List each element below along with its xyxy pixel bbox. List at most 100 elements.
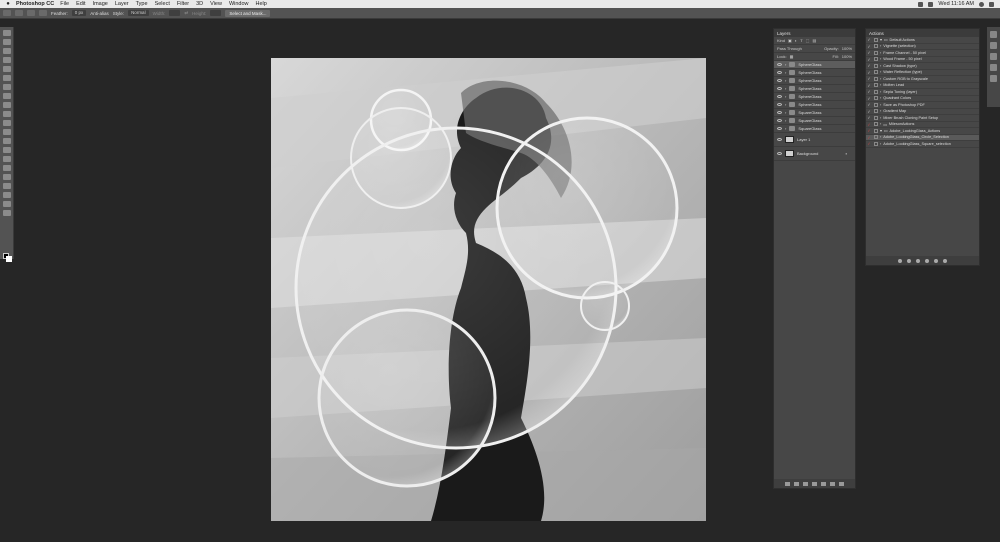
adjustment-layer-icon[interactable] <box>812 481 817 486</box>
visibility-eye-icon[interactable] <box>777 119 782 122</box>
lock-icon[interactable]: ▪ <box>846 151 855 156</box>
checkmark-icon[interactable]: ✓ <box>866 44 872 49</box>
checkmark-icon[interactable]: ✓ <box>866 122 872 127</box>
expand-arrow-icon[interactable]: › <box>785 78 786 83</box>
checkmark-icon[interactable]: ✓ <box>866 128 872 133</box>
expand-arrow-icon[interactable]: › <box>880 70 881 74</box>
link-layers-icon[interactable] <box>785 481 790 486</box>
layer-row[interactable]: › SquareGlass <box>774 109 855 117</box>
gradient-tool-icon[interactable] <box>2 129 11 135</box>
new-layer-icon[interactable] <box>830 481 835 486</box>
filter-pixel-icon[interactable]: ▣ <box>788 38 792 43</box>
dialog-toggle[interactable] <box>874 128 878 133</box>
blend-mode-select[interactable]: Pass Through <box>777 46 802 51</box>
dialog-toggle[interactable] <box>874 89 878 94</box>
visibility-eye-icon[interactable] <box>777 103 782 106</box>
fill-input[interactable]: 100% <box>842 54 855 59</box>
visibility-eye-icon[interactable] <box>777 127 782 130</box>
visibility-eye-icon[interactable] <box>777 79 782 82</box>
checkmark-icon[interactable]: ✓ <box>866 109 872 114</box>
expand-arrow-icon[interactable]: › <box>785 118 786 123</box>
document-canvas[interactable] <box>271 58 706 521</box>
battery-icon[interactable] <box>928 1 934 7</box>
expand-arrow-icon[interactable]: › <box>785 94 786 99</box>
swap-icon[interactable]: ⇄ <box>184 10 188 16</box>
dialog-toggle[interactable] <box>874 76 878 81</box>
new-set-icon[interactable] <box>925 258 929 263</box>
expand-arrow-icon[interactable]: › <box>880 116 881 120</box>
dialog-toggle[interactable] <box>874 135 878 140</box>
expand-arrow-icon[interactable]: ▾ <box>880 37 882 42</box>
visibility-eye-icon[interactable] <box>777 95 782 98</box>
layer-row[interactable]: › SphereGlass <box>774 61 855 69</box>
action-row[interactable]: ✓ › Adobe_LookingGlass_Square_selection <box>866 141 979 148</box>
dialog-toggle[interactable] <box>874 115 878 120</box>
dialog-toggle[interactable] <box>874 141 878 146</box>
expand-arrow-icon[interactable]: › <box>880 77 881 81</box>
dialog-toggle[interactable] <box>874 109 878 114</box>
dialog-toggle[interactable] <box>874 63 878 68</box>
shape-tool-icon[interactable] <box>2 183 11 189</box>
checkmark-icon[interactable]: ✓ <box>866 96 872 101</box>
search-icon[interactable] <box>979 1 984 7</box>
stop-icon[interactable] <box>898 258 902 263</box>
add-mask-icon[interactable] <box>803 481 808 486</box>
layer-row[interactable]: Layer 1 <box>774 133 855 147</box>
path-select-icon[interactable] <box>2 174 11 180</box>
quick-select-tool-icon[interactable] <box>2 57 11 63</box>
play-icon[interactable] <box>916 258 920 263</box>
actions-panel-tab[interactable]: Actions <box>866 29 979 37</box>
expand-arrow-icon[interactable]: › <box>785 62 786 67</box>
properties-icon[interactable] <box>990 64 997 71</box>
learn-icon[interactable] <box>990 31 997 38</box>
dialog-toggle[interactable] <box>874 122 878 127</box>
brush-tool-icon[interactable] <box>2 93 11 99</box>
type-tool-icon[interactable] <box>2 165 11 171</box>
hand-tool-icon[interactable] <box>2 192 11 198</box>
expand-arrow-icon[interactable]: › <box>880 83 881 87</box>
expand-arrow-icon[interactable]: › <box>880 103 881 107</box>
feather-input[interactable]: 0 px <box>71 10 87 16</box>
dialog-toggle[interactable] <box>874 44 878 49</box>
dodge-tool-icon[interactable] <box>2 147 11 153</box>
antialias-checkbox[interactable]: Anti-alias <box>90 11 109 16</box>
checkmark-icon[interactable]: ✓ <box>866 89 872 94</box>
layers-panel-tab[interactable]: Layers <box>774 29 855 37</box>
fx-icon[interactable] <box>794 481 799 486</box>
filter-smart-icon[interactable]: ▤ <box>812 38 816 43</box>
blur-tool-icon[interactable] <box>2 138 11 144</box>
wifi-icon[interactable] <box>918 1 924 7</box>
height-input[interactable] <box>210 10 222 16</box>
layer-row[interactable]: › SphereGlass <box>774 85 855 93</box>
style-select[interactable]: Normal <box>128 10 149 16</box>
layer-row[interactable]: › SquareGlass <box>774 125 855 133</box>
libraries-icon[interactable] <box>990 42 997 49</box>
dialog-toggle[interactable] <box>874 50 878 55</box>
background-color-swatch[interactable] <box>6 256 12 262</box>
expand-arrow-icon[interactable]: › <box>880 122 881 126</box>
add-selection-icon[interactable] <box>27 10 35 16</box>
menu-image[interactable]: Image <box>93 1 108 7</box>
dialog-toggle[interactable] <box>874 37 878 42</box>
select-and-mask-button[interactable]: Select and Mask... <box>225 9 271 17</box>
checkmark-icon[interactable]: ✓ <box>866 115 872 120</box>
menu-file[interactable]: File <box>60 1 69 7</box>
lasso-tool-icon[interactable] <box>2 48 11 54</box>
expand-arrow-icon[interactable]: › <box>880 135 881 139</box>
checkmark-icon[interactable]: ✓ <box>866 83 872 88</box>
visibility-eye-icon[interactable] <box>777 71 782 74</box>
expand-arrow-icon[interactable]: › <box>880 90 881 94</box>
layer-row[interactable]: › SphereGlass <box>774 77 855 85</box>
expand-arrow-icon[interactable]: › <box>785 86 786 91</box>
marquee-tool-icon[interactable] <box>3 10 11 16</box>
new-group-icon[interactable] <box>821 481 826 486</box>
menu-edit[interactable]: Edit <box>76 1 85 7</box>
menu-layer[interactable]: Layer <box>115 1 129 7</box>
menu-filter[interactable]: Filter <box>177 1 189 7</box>
adjustments-icon[interactable] <box>990 53 997 60</box>
checkmark-icon[interactable]: ✓ <box>866 135 872 140</box>
expand-arrow-icon[interactable]: › <box>880 44 881 48</box>
checkmark-icon[interactable]: ✓ <box>866 57 872 62</box>
menu-help[interactable]: Help <box>256 1 267 7</box>
dialog-toggle[interactable] <box>874 102 878 107</box>
